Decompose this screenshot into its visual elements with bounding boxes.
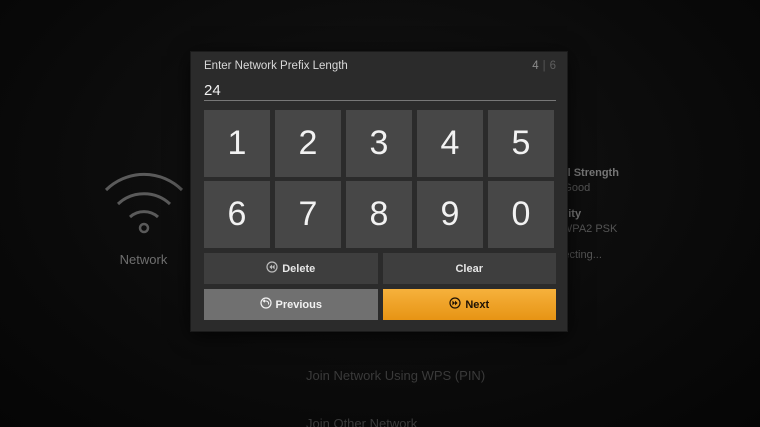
key-7[interactable]: 7 — [275, 181, 341, 248]
clear-button[interactable]: Clear — [382, 253, 556, 284]
security-heading: ecurity — [545, 207, 760, 222]
rewind-circle-icon — [266, 261, 278, 276]
network-setup-screen: Network ignal Strength ery Good ecurity … — [0, 0, 760, 427]
step-separator: | — [542, 60, 546, 72]
previous-label: Previous — [275, 298, 322, 311]
menu-item-join-other-network[interactable]: Join Other Network — [306, 416, 417, 427]
next-label: Next — [465, 298, 490, 311]
key-8[interactable]: 8 — [346, 181, 412, 248]
prefix-length-input[interactable]: 24 — [204, 82, 221, 99]
step-counter: 4 | 6 — [532, 60, 556, 72]
step-current: 4 — [532, 60, 539, 72]
navigation-actions-row: Previous Next — [204, 289, 556, 320]
prefix-length-dialog: Enter Network Prefix Length 4 | 6 24 1 2 3… — [191, 52, 567, 331]
key-6[interactable]: 6 — [204, 181, 270, 248]
edit-actions-row: Delete Clear — [204, 253, 556, 284]
input-underline — [204, 100, 556, 101]
key-2[interactable]: 2 — [275, 110, 341, 177]
next-button[interactable]: Next — [382, 289, 556, 320]
previous-button[interactable]: Previous — [204, 289, 378, 320]
key-9[interactable]: 9 — [417, 181, 483, 248]
back-circle-icon — [259, 297, 272, 312]
forward-circle-icon — [449, 297, 461, 312]
clear-label: Clear — [455, 262, 484, 275]
step-total: 6 — [549, 60, 556, 72]
network-info-panel: ignal Strength ery Good ecurity PA/WPA2 … — [545, 166, 760, 274]
key-3[interactable]: 3 — [346, 110, 412, 177]
network-label: Network — [119, 252, 168, 267]
security-value: PA/WPA2 PSK — [545, 223, 618, 235]
wifi-icon — [104, 172, 183, 234]
connection-status: onnecting... — [545, 249, 602, 261]
delete-button[interactable]: Delete — [204, 253, 378, 284]
menu-item-join-wps-pin[interactable]: Join Network Using WPS (PIN) — [306, 368, 485, 383]
signal-strength-heading: ignal Strength — [545, 167, 619, 179]
key-1[interactable]: 1 — [204, 110, 270, 177]
delete-label: Delete — [282, 262, 316, 275]
network-tile: Network — [96, 160, 191, 267]
number-keypad: 1 2 3 4 5 6 7 8 9 0 — [204, 110, 557, 248]
dialog-title: Enter Network Prefix Length — [204, 60, 348, 72]
key-0[interactable]: 0 — [488, 181, 554, 248]
signal-strength-value: ery Good — [545, 182, 591, 194]
key-5[interactable]: 5 — [488, 110, 554, 177]
key-4[interactable]: 4 — [417, 110, 483, 177]
